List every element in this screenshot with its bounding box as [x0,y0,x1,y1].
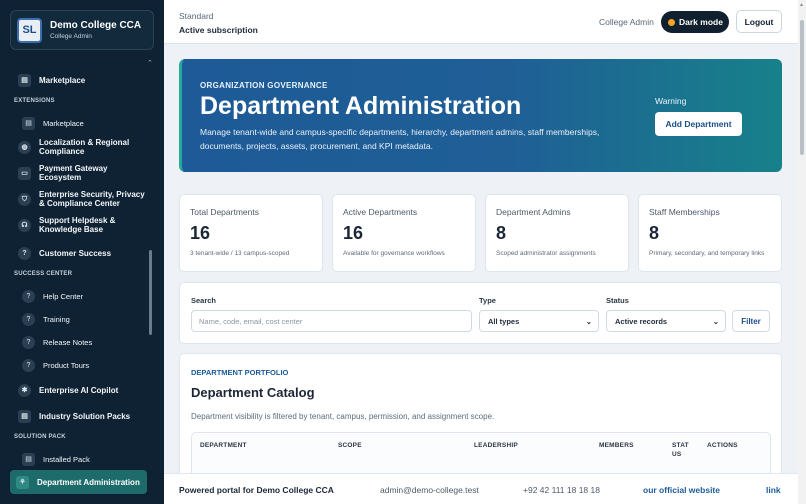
stat-card-department-admins: Department Admins 8 Scoped administrator… [485,194,629,272]
hero-eyebrow: ORGANIZATION GOVERNANCE [200,81,328,90]
stat-label: Department Admins [496,207,571,217]
shield-icon: ⛉ [18,192,31,206]
status-select[interactable]: Active records ⌄ [606,310,726,332]
globe-icon: ◍ [18,140,31,154]
sidebar-item-payment-gateway[interactable]: ▭ Payment Gateway Ecosystem [18,164,128,182]
footer-email[interactable]: admin@demo-college.test [380,485,479,495]
sidebar-item-training[interactable]: ? Training [22,313,70,326]
sidebar-section-success-center: SUCCESS CENTER [14,271,73,277]
stat-label: Active Departments [343,207,418,217]
footer-powered: Powered portal for Demo College CCA [179,485,334,495]
brand-card[interactable]: SL Demo College CCA College Admin [10,10,154,50]
sidebar-item-solution-packs[interactable]: ▤ Industry Solution Packs [18,410,130,423]
column-header-actions: ACTIONS [707,442,738,449]
column-header-members[interactable]: MEMBERS [599,441,634,450]
stat-value: 8 [649,223,660,243]
sun-icon [668,18,675,26]
sidebar-item-localization[interactable]: ◍ Localization & Regional Compliance [18,138,138,156]
stat-card-staff-memberships: Staff Memberships 8 Primary, secondary, … [638,194,782,272]
stat-label: Staff Memberships [649,207,720,217]
sidebar-item-department-administration[interactable]: ⚘ Department Administration [10,470,147,494]
stat-note: Available for governance workflows [343,250,445,257]
column-header-department[interactable]: DEPARTMENT [200,441,247,450]
type-label: Type [479,296,496,305]
hero-description: Manage tenant-wide and campus-specific d… [200,127,600,151]
stat-note: 3 tenant-wide / 13 campus-scoped [190,250,290,257]
catalog-title: Department Catalog [191,385,315,400]
user-role-label: College Admin [599,17,654,27]
stat-note: Scoped administrator assignments [496,250,596,257]
sidebar-item-marketplace-top[interactable]: ▤ Marketplace [18,74,85,87]
credit-card-icon: ▭ [18,166,31,180]
help-circle-icon: ? [18,247,31,260]
search-label: Search [191,296,217,305]
footer-link[interactable]: link [766,485,781,495]
sidebar-item-product-tours[interactable]: ? Product Tours [22,359,89,372]
footer-phone: +92 42 111 18 18 18 [523,485,600,495]
help-circle-icon: ? [22,313,35,326]
document-icon: ▤ [18,74,31,87]
stat-card-total-departments: Total Departments 16 3 tenant-wide / 13 … [179,194,323,272]
subscription-status: Active subscription [179,25,258,35]
department-portfolio: DEPARTMENT PORTFOLIO Department Catalog … [179,353,782,493]
hero-banner: ORGANIZATION GOVERNANCE Department Admin… [179,59,782,172]
chevron-up-icon[interactable]: ⌃ [147,59,153,67]
catalog-description: Department visibility is filtered by ten… [191,412,495,421]
search-input[interactable]: Name, code, email, cost center [191,310,472,332]
stat-note: Primary, secondary, and temporary links [649,250,765,257]
portfolio-eyebrow: DEPARTMENT PORTFOLIO [191,368,289,377]
sidebar-item-release-notes[interactable]: ? Release Notes [22,336,92,349]
column-header-status[interactable]: STAT US [672,441,694,459]
stat-value: 16 [343,223,364,243]
chevron-down-icon: ⌄ [712,316,719,326]
sidebar-section-extensions: EXTENSIONS [14,98,55,104]
logout-button[interactable]: Logout [736,10,782,33]
stat-value: 8 [496,223,507,243]
page-title: Department Administration [200,92,522,120]
column-header-scope[interactable]: SCOPE [338,441,362,450]
scroll-up-arrow-icon[interactable]: ▲ [799,2,804,8]
document-icon: ▤ [22,453,35,466]
filter-panel: Search Name, code, email, cost center Ty… [179,282,782,344]
college-logo: SL [17,17,42,43]
sparkle-icon: ✱ [18,384,31,397]
help-circle-icon: ? [22,290,35,303]
plan-label: Standard [179,11,214,21]
brand-role: College Admin [50,33,92,40]
status-label: Status [606,296,629,305]
headset-icon: ☊ [18,218,31,232]
sidebar-item-customer-success[interactable]: ? Customer Success [18,247,111,260]
column-header-leadership[interactable]: LEADERSHIP [474,441,518,450]
document-icon: ▤ [18,410,31,423]
sidebar-section-solution-pack: SOLUTION PACK [14,434,66,440]
sidebar-item-help-center[interactable]: ? Help Center [22,290,83,303]
stat-card-active-departments: Active Departments 16 Available for gove… [332,194,476,272]
sidebar-item-security[interactable]: ⛉ Enterprise Security, Privacy & Complia… [18,190,146,208]
add-department-button[interactable]: Add Department [655,112,742,136]
brand-name: Demo College CCA [50,20,142,31]
chevron-down-icon: ⌄ [585,316,592,326]
main-scrollbar-thumb[interactable] [800,20,804,155]
sidebar-item-helpdesk[interactable]: ☊ Support Helpdesk & Knowledge Base [18,216,138,234]
help-circle-icon: ? [22,336,35,349]
top-bar: Standard Active subscription College Adm… [164,0,806,44]
sidebar-item-marketplace[interactable]: ▤ Marketplace [22,117,84,130]
sidebar-item-installed-pack[interactable]: ▤ Installed Pack [22,453,90,466]
stat-value: 16 [190,223,211,243]
dark-mode-toggle[interactable]: Dark mode [661,11,729,33]
help-circle-icon: ? [22,359,35,372]
sidebar-item-ai-copilot[interactable]: ✱ Enterprise AI Copilot [18,384,118,397]
stat-label: Total Departments [190,207,259,217]
footer: Powered portal for Demo College CCA admi… [164,473,798,504]
document-icon: ▤ [22,117,35,130]
sidebar: SL Demo College CCA College Admin ⌃ ▤ Ma… [0,0,164,504]
footer-website-link[interactable]: our official website [643,485,720,495]
sidebar-scrollbar[interactable] [149,250,152,335]
warning-label: Warning [655,96,687,106]
org-tree-icon: ⚘ [16,475,29,489]
type-select[interactable]: All types ⌄ [479,310,599,332]
filter-button[interactable]: Filter [732,310,770,332]
